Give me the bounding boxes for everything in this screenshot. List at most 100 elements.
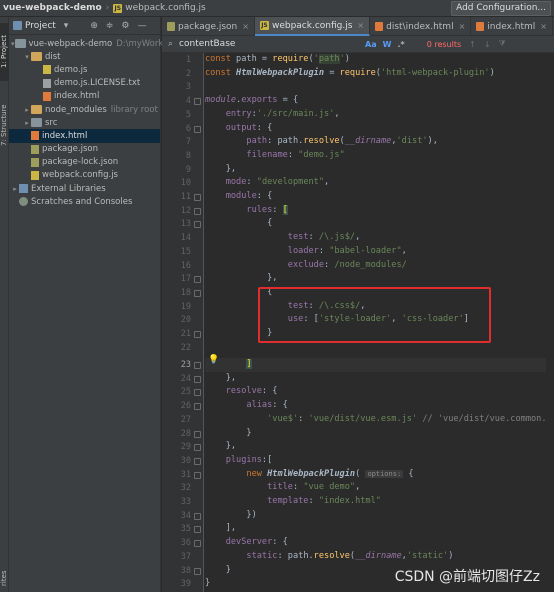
fold-marker-icon[interactable] <box>194 512 201 520</box>
tree-item-label: dist <box>45 51 61 62</box>
chevron-down-icon[interactable]: ▾ <box>23 53 31 61</box>
breadcrumb-project[interactable]: vue-webpack-demo <box>0 3 102 13</box>
editor-scrollbar[interactable] <box>546 53 554 592</box>
fold-marker-icon[interactable] <box>194 207 201 215</box>
chevron-right-icon[interactable]: ▸ <box>11 185 19 193</box>
close-icon[interactable]: × <box>459 22 466 31</box>
fold-marker-icon[interactable] <box>194 567 201 575</box>
favorites-tool-tab[interactable]: rites <box>0 565 9 591</box>
code-line-17: }, <box>205 273 278 284</box>
gear-icon[interactable]: ⚙ <box>121 21 129 31</box>
chevron-down-icon[interactable]: ▾ <box>11 40 15 48</box>
line-number: 16 <box>180 260 191 271</box>
fold-marker-icon[interactable] <box>194 389 201 397</box>
structure-tool-tab[interactable]: 7: Structure <box>0 97 9 153</box>
search-icon[interactable]: ⌕ <box>168 39 173 49</box>
tree-item-label: demo.js <box>54 64 88 75</box>
collapse-all-icon[interactable]: ≑ <box>106 21 114 31</box>
lightbulb-icon[interactable]: 💡 <box>208 356 219 365</box>
line-number: 13 <box>180 219 191 230</box>
line-number: 2 <box>185 68 191 79</box>
html-icon <box>43 91 51 101</box>
fold-marker-icon[interactable] <box>194 540 201 548</box>
line-number: 27 <box>180 414 191 425</box>
editor-tab[interactable]: dist\index.html × <box>370 17 472 36</box>
editor-tab-bar: package.json × JS webpack.config.js × dist\in… <box>162 17 554 36</box>
code-line-28: } <box>205 427 252 438</box>
code-line-38: } <box>205 564 231 575</box>
match-case-toggle[interactable]: Aa <box>365 40 377 49</box>
fold-marker-icon[interactable] <box>194 221 201 229</box>
fold-marker-icon[interactable] <box>194 289 201 297</box>
regex-toggle[interactable]: .* <box>397 40 404 49</box>
line-number: 39 <box>180 579 191 590</box>
fold-marker-icon[interactable] <box>194 526 201 534</box>
hide-icon[interactable]: — <box>138 21 147 31</box>
tree-item[interactable]: webpack.config.js <box>9 169 160 182</box>
tree-item[interactable]: demo.js <box>9 63 160 76</box>
close-icon[interactable]: × <box>540 22 547 31</box>
line-number: 6 <box>185 123 191 134</box>
tree-item[interactable]: ▾ vue-webpack-demo D:\myWork <box>9 37 163 50</box>
tree-item-label: src <box>45 117 58 128</box>
line-number: 9 <box>185 164 191 175</box>
close-icon[interactable]: × <box>357 21 364 30</box>
tree-item-label: External Libraries <box>31 183 106 194</box>
fold-marker-icon[interactable] <box>194 430 201 438</box>
editor-tab-label: package.json <box>178 21 238 32</box>
breadcrumb-file[interactable]: JS webpack.config.js <box>113 3 206 13</box>
chevron-right-icon[interactable]: ▸ <box>23 119 31 127</box>
fold-marker-icon[interactable] <box>194 98 201 106</box>
editor-tab[interactable]: package.json × <box>162 17 255 36</box>
close-icon[interactable]: × <box>242 22 249 31</box>
tree-item[interactable]: Scratches and Consoles <box>9 195 160 208</box>
fold-marker-icon[interactable] <box>194 375 201 383</box>
editor-tab[interactable]: JS webpack.config.js × <box>254 17 371 36</box>
code-line-33: template: "index.html" <box>267 496 381 506</box>
breadcrumb-separator: › <box>105 3 110 13</box>
js-file-icon: JS <box>259 21 269 30</box>
fold-marker-icon[interactable] <box>194 444 201 452</box>
tree-item[interactable]: package.json <box>9 143 160 156</box>
line-number: 28 <box>180 428 191 439</box>
code-line-15: loader: "babel-loader", <box>287 245 407 256</box>
next-occurrence-icon[interactable]: ↓ <box>484 40 491 49</box>
dropdown-chevron-icon[interactable]: ▾ <box>64 21 69 31</box>
filter-icon[interactable]: ⧩ <box>499 39 506 49</box>
fold-marker-icon[interactable] <box>194 471 201 479</box>
fold-marker-icon[interactable] <box>194 403 201 411</box>
project-tool-tab[interactable]: 1: Project <box>0 23 9 81</box>
watermark: CSDN @前端切图仔Zz <box>394 569 540 585</box>
previous-occurrence-icon[interactable]: ↑ <box>469 40 476 49</box>
tree-item[interactable]: ▸ External Libraries <box>9 182 160 195</box>
tree-item[interactable]: ▸ src <box>9 116 160 129</box>
search-input[interactable]: contentBase <box>179 39 359 49</box>
line-number: 24 <box>180 373 191 384</box>
locate-icon[interactable]: ⊕ <box>90 21 98 31</box>
line-number: 34 <box>180 510 191 521</box>
project-panel: Project ▾ ⊕ ≑ ⚙ — ▾ vue-webpack-demo D:\my… <box>9 17 163 592</box>
tree-item[interactable]: index.html <box>9 129 160 143</box>
add-configuration-button[interactable]: Add Configuration... <box>451 1 551 16</box>
json-icon <box>31 157 39 167</box>
fold-marker-icon[interactable] <box>194 194 201 201</box>
fold-marker-icon[interactable] <box>194 331 201 338</box>
tree-item[interactable]: demo.js.LICENSE.txt <box>9 77 160 90</box>
tree-item-label: node_modules <box>45 104 107 115</box>
fold-marker-icon[interactable] <box>194 457 201 465</box>
folder-orange-icon <box>31 105 42 115</box>
editor-tab[interactable]: index.html × <box>471 17 553 36</box>
line-number: 12 <box>180 205 191 216</box>
project-panel-title[interactable]: Project <box>25 21 56 31</box>
tree-item[interactable]: ▸ node_modules library root <box>9 103 160 116</box>
code-line-5: entry:'./src/main.js', <box>225 108 340 119</box>
tree-item[interactable]: ▾ dist <box>9 50 160 63</box>
fold-marker-icon[interactable] <box>194 362 201 369</box>
navigation-bar: vue-webpack-demo › JS webpack.config.js … <box>0 0 554 17</box>
whole-words-toggle[interactable]: W <box>383 40 392 49</box>
chevron-right-icon[interactable]: ▸ <box>23 106 31 114</box>
fold-marker-icon[interactable] <box>194 276 201 284</box>
tree-item[interactable]: index.html <box>9 90 160 103</box>
fold-marker-icon[interactable] <box>194 125 201 133</box>
tree-item[interactable]: package-lock.json <box>9 156 160 169</box>
